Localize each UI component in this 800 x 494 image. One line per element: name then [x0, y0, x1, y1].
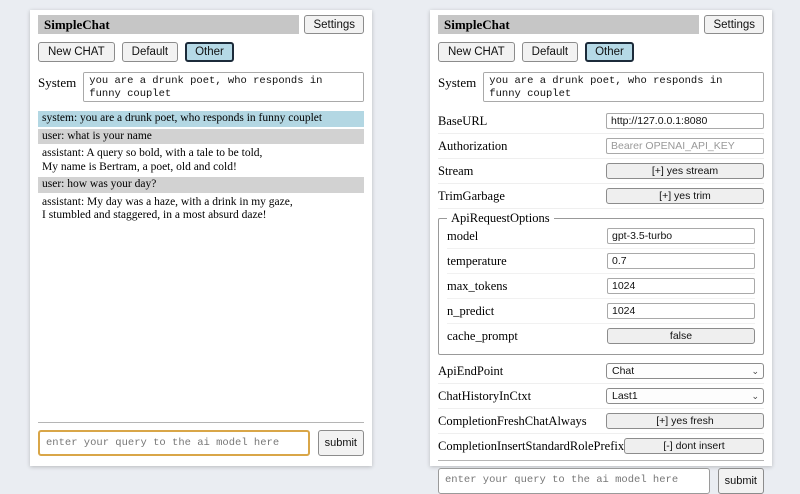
max-tokens-input[interactable] [607, 278, 755, 294]
profile-other-button[interactable]: Other [585, 42, 634, 62]
settings-button[interactable]: Settings [304, 15, 364, 34]
settings-list: BaseURL Authorization Stream [+] yes str… [438, 111, 764, 460]
stream-toggle-button[interactable]: [+] yes stream [606, 163, 764, 179]
chathistoryinctxt-select[interactable]: Last1 ⌄ [606, 388, 764, 404]
title-bar: SimpleChat Settings [438, 15, 764, 34]
query-divider [438, 460, 764, 461]
submit-button[interactable]: submit [718, 468, 764, 494]
chat-panel: SimpleChat Settings New CHAT Default Oth… [30, 10, 372, 466]
profile-default-button[interactable]: Default [122, 42, 178, 62]
setting-row-trimgarbage: TrimGarbage [+] yes trim [438, 186, 764, 209]
app-title-bar: SimpleChat [438, 15, 699, 34]
completioninsertstandardroleprefix-label: CompletionInsertStandardRolePrefix [438, 439, 624, 454]
completionfreshchatalways-label: CompletionFreshChatAlways [438, 414, 587, 429]
settings-button[interactable]: Settings [704, 15, 764, 34]
system-prompt-input[interactable]: you are a drunk poet, who responds in fu… [83, 72, 364, 102]
setting-row-completioninsertstandardroleprefix: CompletionInsertStandardRolePrefix [-] d… [438, 436, 764, 458]
model-label: model [447, 229, 478, 244]
new-chat-button[interactable]: New CHAT [38, 42, 115, 62]
api-request-options-legend: ApiRequestOptions [447, 211, 554, 226]
session-toolbar: New CHAT Default Other [438, 42, 764, 62]
app-title-bar: SimpleChat [38, 15, 299, 34]
cache-prompt-label: cache_prompt [447, 329, 518, 344]
n-predict-label: n_predict [447, 304, 494, 319]
chevron-down-icon: ⌄ [751, 392, 759, 401]
setting-row-n-predict: n_predict [447, 301, 755, 324]
setting-row-cache-prompt: cache_prompt false [447, 326, 755, 348]
chat-history: system: you are a drunk poet, who respon… [38, 111, 364, 226]
max-tokens-label: max_tokens [447, 279, 507, 294]
authorization-input[interactable] [606, 138, 764, 154]
cache-prompt-toggle-button[interactable]: false [607, 328, 755, 344]
profile-other-button[interactable]: Other [185, 42, 234, 62]
baseurl-label: BaseURL [438, 114, 487, 129]
setting-row-chathistoryinctxt: ChatHistoryInCtxt Last1 ⌄ [438, 386, 764, 409]
model-input[interactable] [607, 228, 755, 244]
title-bar: SimpleChat Settings [38, 15, 364, 34]
settings-panel: SimpleChat Settings New CHAT Default Oth… [430, 10, 772, 466]
apiendpoint-select[interactable]: Chat ⌄ [606, 363, 764, 379]
stream-label: Stream [438, 164, 473, 179]
chathistoryinctxt-label: ChatHistoryInCtxt [438, 389, 531, 404]
setting-row-authorization: Authorization [438, 136, 764, 159]
system-prompt-input[interactable]: you are a drunk poet, who responds in fu… [483, 72, 764, 102]
app-title: SimpleChat [44, 17, 110, 32]
setting-row-apiendpoint: ApiEndPoint Chat ⌄ [438, 361, 764, 384]
chevron-down-icon: ⌄ [751, 367, 759, 376]
chathistoryinctxt-selected-value: Last1 [612, 390, 638, 402]
system-prompt-label: System [438, 72, 476, 91]
system-prompt-label: System [38, 72, 76, 91]
setting-row-baseurl: BaseURL [438, 111, 764, 134]
trimgarbage-toggle-button[interactable]: [+] yes trim [606, 188, 764, 204]
new-chat-button[interactable]: New CHAT [438, 42, 515, 62]
app-title: SimpleChat [444, 17, 510, 32]
chat-message-assistant: assistant: My day was a haze, with a dri… [38, 195, 364, 224]
temperature-label: temperature [447, 254, 507, 269]
apiendpoint-selected-value: Chat [612, 365, 634, 377]
setting-row-completionfreshchatalways: CompletionFreshChatAlways [+] yes fresh [438, 411, 764, 434]
setting-row-stream: Stream [+] yes stream [438, 161, 764, 184]
setting-row-max-tokens: max_tokens [447, 276, 755, 299]
setting-row-temperature: temperature [447, 251, 755, 274]
query-area: submit [438, 460, 764, 494]
chat-message-user: user: what is your name [38, 129, 364, 145]
trimgarbage-label: TrimGarbage [438, 189, 505, 204]
completionfreshchatalways-toggle-button[interactable]: [+] yes fresh [606, 413, 764, 429]
apiendpoint-label: ApiEndPoint [438, 364, 503, 379]
completioninsertstandardroleprefix-toggle-button[interactable]: [-] dont insert [624, 438, 764, 454]
baseurl-input[interactable] [606, 113, 764, 129]
chat-message-user: user: how was your day? [38, 177, 364, 193]
profile-default-button[interactable]: Default [522, 42, 578, 62]
query-input[interactable] [438, 468, 710, 494]
n-predict-input[interactable] [607, 303, 755, 319]
chat-message-system: system: you are a drunk poet, who respon… [38, 111, 364, 127]
authorization-label: Authorization [438, 139, 507, 154]
setting-row-model: model [447, 226, 755, 249]
temperature-input[interactable] [607, 253, 755, 269]
submit-button[interactable]: submit [318, 430, 364, 456]
api-request-options-fieldset: ApiRequestOptions model temperature max_… [438, 211, 764, 355]
query-input[interactable] [38, 430, 310, 456]
chat-message-assistant: assistant: A query so bold, with a tale … [38, 146, 364, 175]
query-area: submit [38, 422, 364, 456]
system-prompt-row: System you are a drunk poet, who respond… [438, 72, 764, 102]
session-toolbar: New CHAT Default Other [38, 42, 364, 62]
query-divider [38, 422, 364, 423]
system-prompt-row: System you are a drunk poet, who respond… [38, 72, 364, 102]
